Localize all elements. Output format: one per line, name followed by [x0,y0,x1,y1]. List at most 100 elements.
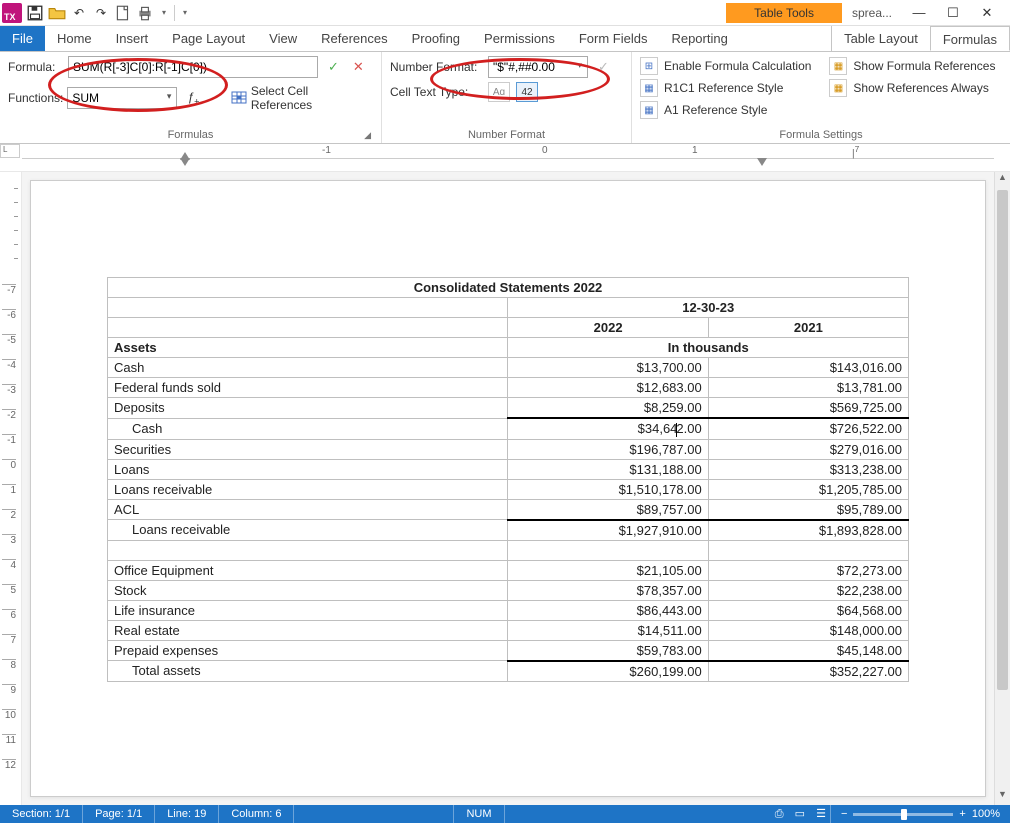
tab-table-layout[interactable]: Table Layout [831,26,930,51]
tab-references[interactable]: References [309,26,399,51]
view-print-icon[interactable]: ⎙ [771,808,788,820]
zoom-in-button[interactable]: + [959,808,965,820]
row-value-a[interactable]: $260,199.00 [508,661,708,682]
row-value-a[interactable]: $8,259.00 [508,398,708,419]
zoom-control[interactable]: − + 100% [831,808,1010,820]
zoom-out-button[interactable]: − [841,808,847,820]
row-label[interactable]: Stock [108,580,508,600]
tab-reporting[interactable]: Reporting [659,26,739,51]
year-a-header[interactable]: 2022 [508,318,708,338]
table-row[interactable]: Prepaid expenses$59,783.00$45,148.00 [108,640,909,661]
tab-permissions[interactable]: Permissions [472,26,567,51]
table-row[interactable]: Loans receivable$1,510,178.00$1,205,785.… [108,479,909,499]
row-value-a[interactable]: $89,757.00 [508,499,708,520]
row-value-b[interactable]: $1,205,785.00 [708,479,908,499]
section-unit[interactable]: In thousands [508,338,909,358]
enable-formula-calc-button[interactable]: ⊞ Enable Formula Calculation [640,56,811,76]
row-value-b[interactable]: $148,000.00 [708,620,908,640]
row-value-b[interactable]: $726,522.00 [708,418,908,439]
tab-insert[interactable]: Insert [104,26,161,51]
row-label[interactable]: Federal funds sold [108,378,508,398]
row-value-b[interactable]: $569,725.00 [708,398,908,419]
view-mode-buttons[interactable]: ⎙ ▭ ☰ [771,807,830,821]
table-row[interactable]: Loans receivable$1,927,910.00$1,893,828.… [108,520,909,541]
row-value-a[interactable]: $196,787.00 [508,439,708,459]
show-refs-always-button[interactable]: ▦ Show References Always [829,78,995,98]
row-value-b[interactable]: $13,781.00 [708,378,908,398]
row-label[interactable]: Prepaid expenses [108,640,508,661]
row-value-b[interactable]: $1,893,828.00 [708,520,908,541]
number-format-input[interactable] [488,56,588,78]
qat-dropdown-icon[interactable]: ▾ [158,8,170,17]
table-row[interactable]: Real estate$14,511.00$148,000.00 [108,620,909,640]
row-label[interactable]: Deposits [108,398,508,419]
row-label[interactable]: Office Equipment [108,560,508,580]
formula-input[interactable] [68,56,318,78]
ruler-indent-marker-icon[interactable] [180,158,190,168]
row-value-a[interactable]: $1,927,910.00 [508,520,708,541]
save-icon[interactable] [26,4,44,22]
row-value-a[interactable]: $34,642.00 [508,418,708,439]
undo-icon[interactable]: ↶ [70,4,88,22]
row-value-a[interactable]: $21,105.00 [508,560,708,580]
row-value-a[interactable]: $78,357.00 [508,580,708,600]
row-value-b[interactable]: $95,789.00 [708,499,908,520]
view-web-icon[interactable]: ☰ [812,808,830,820]
vertical-ruler[interactable]: -7-6-5-4-3-2-10123456789101112 [0,172,22,805]
table-row[interactable]: Loans$131,188.00$313,238.00 [108,459,909,479]
row-label[interactable]: Loans [108,459,508,479]
scroll-up-icon[interactable]: ▲ [995,172,1010,188]
table-row[interactable]: Total assets$260,199.00$352,227.00 [108,661,909,682]
accept-icon[interactable]: ✓ [322,59,345,75]
table-row[interactable]: Stock$78,357.00$22,238.00 [108,580,909,600]
row-value-b[interactable]: $22,238.00 [708,580,908,600]
redo-icon[interactable]: ↷ [92,4,110,22]
row-label[interactable]: Total assets [108,661,508,682]
table-cell[interactable] [108,318,508,338]
close-button[interactable]: ✕ [976,5,998,21]
zoom-level[interactable]: 100% [972,808,1000,820]
minimize-button[interactable]: — [908,5,930,21]
section-header[interactable]: Assets [108,338,508,358]
cell-type-text-button[interactable]: Aɑ [488,82,510,102]
table-title[interactable]: Consolidated Statements 2022 [108,278,909,298]
insert-function-icon[interactable]: ƒ+ [181,90,205,106]
table-row[interactable] [108,540,909,560]
row-value-b[interactable]: $143,016.00 [708,358,908,378]
row-label[interactable]: Loans receivable [108,479,508,499]
horizontal-ruler[interactable]: L -1 0 1 |7 [0,144,1010,172]
row-label[interactable]: Life insurance [108,600,508,620]
new-doc-icon[interactable] [114,4,132,22]
row-label[interactable]: Loans receivable [108,520,508,541]
tab-proofing[interactable]: Proofing [400,26,472,51]
tab-view[interactable]: View [257,26,309,51]
row-value-b[interactable]: $352,227.00 [708,661,908,682]
table-row[interactable]: Cash$13,700.00$143,016.00 [108,358,909,378]
zoom-slider[interactable] [853,813,953,816]
ruler-right-indent-icon[interactable] [757,158,767,168]
qat-customize-icon[interactable]: ▾ [179,8,191,17]
row-value-b[interactable]: $72,273.00 [708,560,908,580]
row-value-a[interactable]: $59,783.00 [508,640,708,661]
select-cell-references-button[interactable]: Select Cell References [225,82,373,114]
spreadsheet-table[interactable]: Consolidated Statements 2022 12-30-23 20… [107,277,909,682]
group-launcher-icon[interactable]: ◢ [364,130,371,141]
table-row[interactable]: ACL$89,757.00$95,789.00 [108,499,909,520]
tab-file[interactable]: File [0,26,45,51]
scroll-down-icon[interactable]: ▼ [995,789,1010,805]
row-label[interactable]: Cash [108,418,508,439]
row-value-b[interactable]: $313,238.00 [708,459,908,479]
row-value-b[interactable]: $64,568.00 [708,600,908,620]
row-value-b[interactable]: $45,148.00 [708,640,908,661]
a1-style-button[interactable]: ▦ A1 Reference Style [640,100,811,120]
table-row[interactable]: Federal funds sold$12,683.00$13,781.00 [108,378,909,398]
row-value-a[interactable]: $12,683.00 [508,378,708,398]
row-value-b[interactable] [708,540,908,560]
row-label[interactable]: Securities [108,439,508,459]
row-value-a[interactable] [508,540,708,560]
row-value-a[interactable]: $86,443.00 [508,600,708,620]
accept-format-icon[interactable]: ✓ [592,59,615,75]
cell-type-number-button[interactable]: 42 [516,82,538,102]
tab-page-layout[interactable]: Page Layout [160,26,257,51]
table-row[interactable]: Cash$34,642.00$726,522.00 [108,418,909,439]
